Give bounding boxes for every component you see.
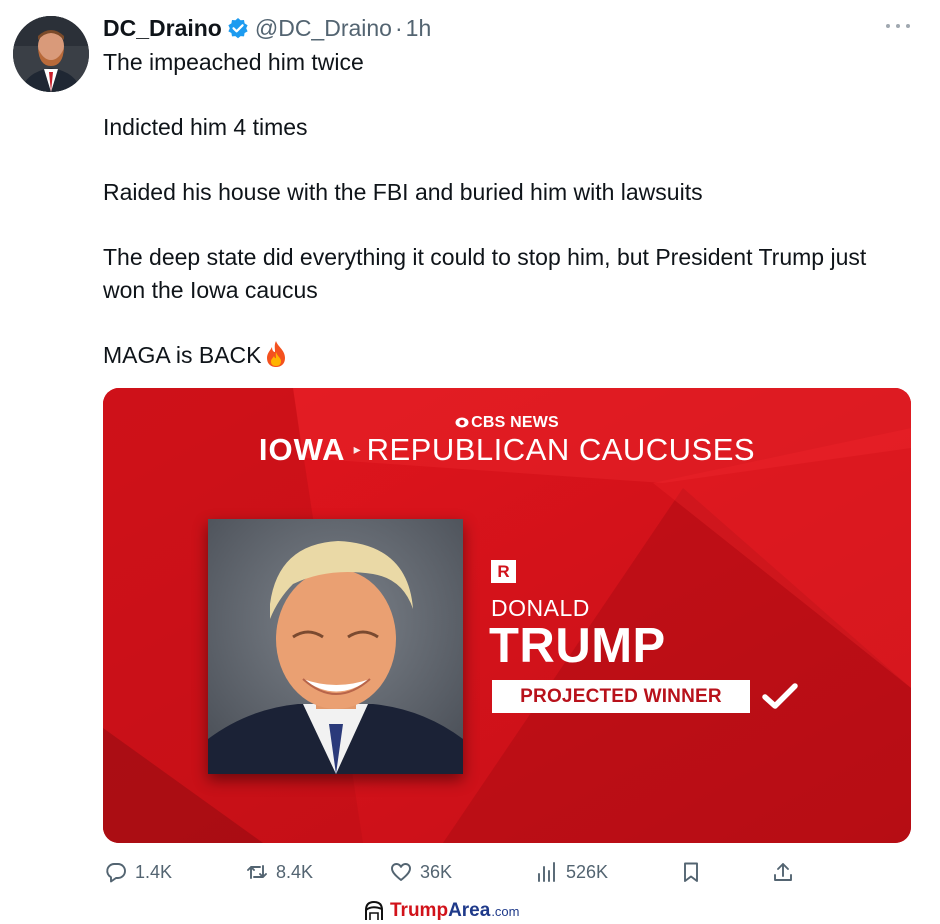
tweet-line: MAGA is BACK [103, 342, 262, 368]
author-handle[interactable]: @DC_Draino [255, 15, 392, 42]
timestamp[interactable]: 1h [406, 15, 432, 42]
candidate-photo [208, 519, 463, 774]
candidate-last-name: TRUMP [489, 619, 666, 673]
repost-icon [247, 865, 267, 879]
views-chart-icon [538, 862, 555, 882]
watermark-suffix: .com [491, 903, 520, 919]
tweet-line: Raided his house with the FBI and buried… [103, 179, 703, 205]
party-badge: R [491, 560, 516, 583]
network-logo: CBS NEWS [103, 414, 911, 432]
bookmark-icon [684, 862, 698, 882]
views-count: 526K [566, 861, 609, 882]
tweet-line: The deep state did everything it could t… [103, 244, 867, 303]
projected-winner-badge: PROJECTED WINNER [492, 680, 750, 713]
tweet-line: The impeached him twice [103, 49, 364, 75]
reply-icon [106, 863, 126, 883]
cbs-eye-icon [455, 417, 469, 428]
share-icon [774, 863, 792, 881]
hair-logo-icon [365, 900, 383, 920]
watermark: TrumpArea .com [362, 898, 519, 924]
action-bar: 1.4K 8.4K 36K 526K [103, 856, 803, 888]
share-button[interactable] [772, 856, 802, 888]
watermark-part1: Trump [390, 900, 449, 921]
media-image[interactable]: CBS NEWS IOWA ▸ REPUBLICAN CAUCUSES R DO… [103, 388, 911, 843]
author-avatar[interactable] [13, 16, 89, 92]
heart-icon [391, 863, 411, 881]
race-title: IOWA ▸ REPUBLICAN CAUCUSES [103, 432, 911, 468]
display-name[interactable]: DC_Draino [103, 15, 222, 42]
views-button[interactable]: 526K [536, 856, 608, 888]
network-name: CBS NEWS [471, 414, 559, 431]
verified-badge-icon [228, 18, 248, 39]
fire-emoji-icon [267, 341, 286, 367]
reply-count: 1.4K [135, 861, 173, 882]
reply-button[interactable]: 1.4K [105, 856, 172, 888]
bookmark-button[interactable] [680, 856, 710, 888]
arrow-icon: ▸ [353, 441, 361, 457]
repost-count: 8.4K [276, 861, 314, 882]
more-options-icon[interactable] [886, 16, 910, 36]
tweet-line-last: MAGA is BACK [103, 339, 893, 372]
like-button[interactable]: 36K [390, 856, 452, 888]
tweet-text: The impeached him twice Indicted him 4 t… [103, 46, 893, 372]
tweet-line: Indicted him 4 times [103, 114, 308, 140]
checkmark-icon [762, 683, 798, 709]
state-label: IOWA [258, 432, 346, 467]
watermark-part2: Area [448, 900, 491, 921]
race-label: REPUBLICAN CAUCUSES [366, 432, 756, 467]
separator-dot: · [394, 14, 403, 41]
tweet-header: DC_Draino @DC_Draino · 1h [103, 12, 431, 44]
repost-button[interactable]: 8.4K [246, 856, 313, 888]
like-count: 36K [420, 861, 453, 882]
